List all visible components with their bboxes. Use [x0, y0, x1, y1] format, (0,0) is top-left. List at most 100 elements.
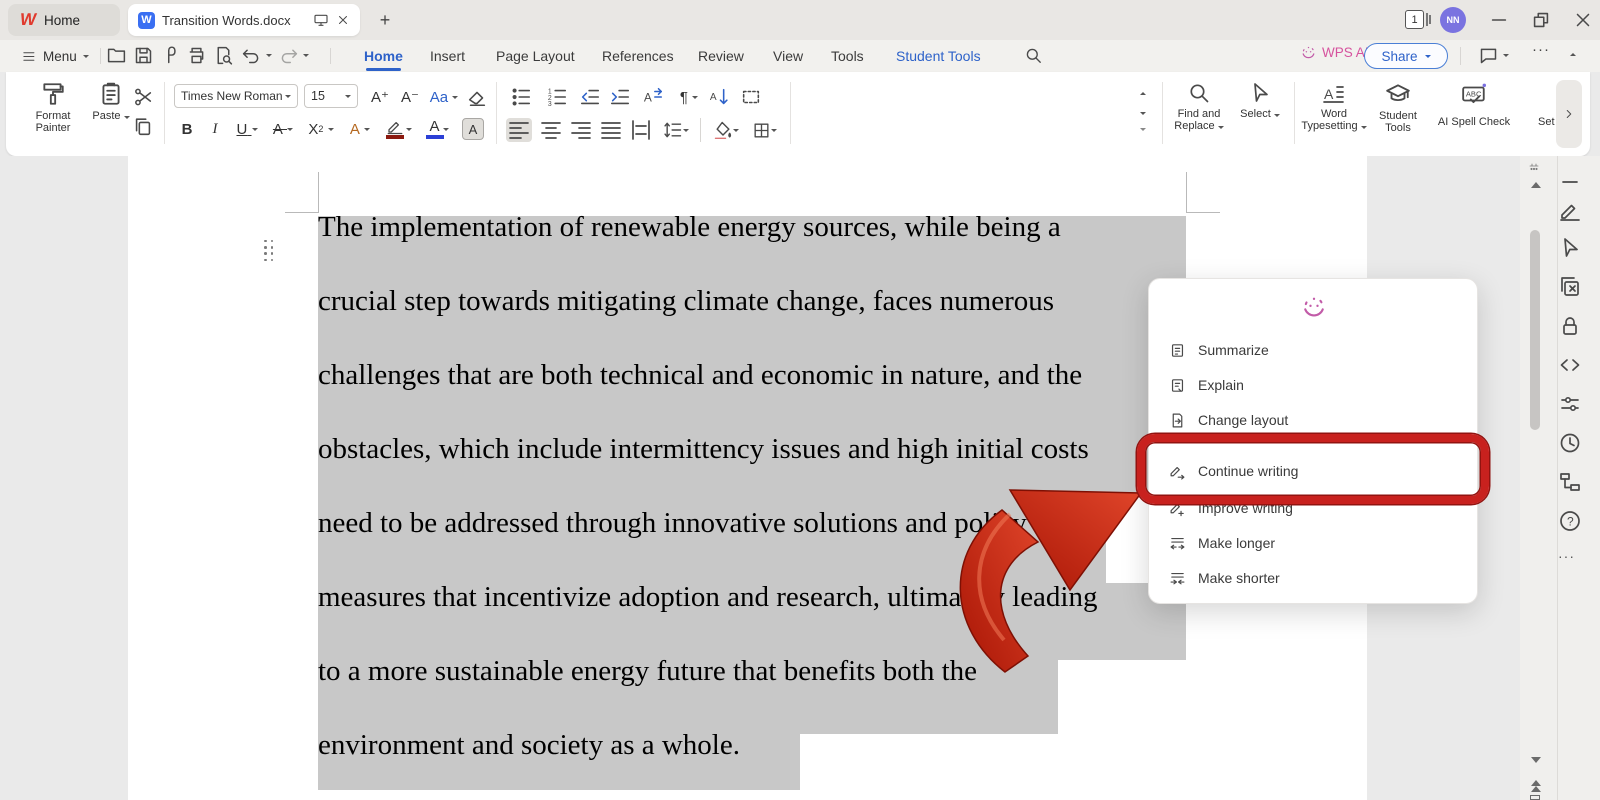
rail-code-icon[interactable] — [1558, 353, 1582, 377]
styles-scroll-down[interactable] — [1140, 112, 1146, 115]
cut-icon[interactable] — [132, 86, 154, 108]
undo-icon[interactable] — [241, 45, 262, 66]
rail-lock-icon[interactable] — [1558, 314, 1582, 338]
ai-menu-make-shorter[interactable]: Make shorter — [1161, 563, 1467, 593]
paragraph-drag-handle[interactable] — [262, 238, 275, 263]
home-tab[interactable]: W Home — [8, 4, 120, 36]
align-right-button[interactable] — [568, 118, 594, 142]
tab-view[interactable]: View — [773, 42, 803, 70]
show-marks-button[interactable]: ¶ — [674, 86, 704, 108]
character-shading-button[interactable]: A — [344, 118, 376, 140]
wps-ai-button[interactable]: WPS AI — [1300, 44, 1369, 61]
screen-share-icon[interactable] — [313, 12, 329, 28]
print-icon[interactable] — [186, 45, 207, 66]
styles-gallery-expand[interactable] — [1140, 128, 1146, 131]
redo-menu-chevron[interactable] — [303, 54, 309, 57]
strikethrough-button[interactable]: A — [268, 118, 298, 140]
word-typesetting-button[interactable]: A WordTypesetting — [1298, 81, 1370, 132]
doc-line[interactable]: need to be addressed through innovative … — [318, 509, 1027, 538]
rail-select-cursor-icon[interactable] — [1558, 236, 1582, 260]
distribute-button[interactable] — [628, 118, 654, 142]
styles-scroll-up[interactable] — [1140, 92, 1146, 95]
doc-line[interactable]: The implementation of renewable energy s… — [318, 213, 1061, 242]
find-replace-button[interactable]: Find andReplace — [1166, 81, 1232, 132]
select-button[interactable]: Select — [1232, 81, 1288, 120]
collapse-ribbon-icon[interactable] — [1570, 53, 1576, 56]
rail-more-icon[interactable]: ··· — [1558, 548, 1582, 572]
clear-format-icon[interactable] — [466, 86, 488, 108]
close-window-button[interactable] — [1572, 9, 1594, 31]
save-icon[interactable] — [133, 45, 154, 66]
bullets-button[interactable] — [506, 86, 536, 108]
scrollbar-pin-icon[interactable] — [1526, 162, 1542, 174]
more-options-icon[interactable]: ··· — [1532, 41, 1553, 62]
format-painter-button[interactable]: FormatPainter — [22, 81, 84, 134]
highlight-color-button[interactable] — [382, 116, 416, 142]
bold-button[interactable]: B — [176, 118, 198, 140]
student-tools-button[interactable]: StudentTools — [1370, 81, 1426, 134]
share-button[interactable]: Share — [1364, 43, 1448, 69]
borders-button[interactable] — [746, 118, 782, 142]
doc-line[interactable]: to a more sustainable energy future that… — [318, 657, 977, 686]
justify-button[interactable] — [598, 118, 624, 142]
line-spacing-button[interactable] — [658, 118, 694, 142]
doc-line[interactable]: challenges that are both technical and e… — [318, 361, 1082, 390]
select-browse-object-button[interactable] — [1530, 795, 1540, 800]
decrease-indent-icon[interactable] — [578, 86, 602, 108]
rail-help-icon[interactable]: ? — [1558, 509, 1582, 533]
ai-spell-check-button[interactable]: ABC AI Spell Check — [1426, 81, 1522, 128]
tab-tools[interactable]: Tools — [831, 42, 864, 70]
character-border-button[interactable]: A — [462, 118, 484, 140]
undo-menu-chevron[interactable] — [266, 54, 272, 57]
ai-menu-explain[interactable]: Explain — [1161, 370, 1467, 400]
tab-review[interactable]: Review — [698, 42, 744, 70]
minimize-button[interactable] — [1488, 9, 1510, 31]
rail-settings-sliders-icon[interactable] — [1558, 392, 1582, 416]
main-menu-button[interactable]: Menu — [22, 44, 89, 68]
decrease-font-button[interactable]: A⁻ — [398, 86, 422, 108]
ribbon-scroll-right-button[interactable] — [1556, 80, 1582, 148]
rail-history-icon[interactable] — [1558, 431, 1582, 455]
comment-icon[interactable] — [1478, 45, 1499, 66]
search-icon[interactable] — [1024, 46, 1043, 65]
italic-button[interactable]: I — [204, 118, 226, 140]
comment-chevron[interactable] — [1503, 54, 1509, 57]
text-direction-button[interactable]: A — [638, 86, 668, 108]
restore-button[interactable] — [1530, 9, 1552, 31]
superscript-button[interactable]: X2 — [304, 118, 338, 140]
rail-outline-icon[interactable] — [1558, 470, 1582, 494]
scroll-down-arrow[interactable] — [1531, 757, 1541, 763]
change-case-button[interactable]: Aa — [428, 86, 460, 108]
document-tab[interactable]: W Transition Words.docx — [128, 4, 360, 36]
increase-indent-icon[interactable] — [608, 86, 632, 108]
copy-icon[interactable] — [132, 116, 154, 138]
ai-menu-summarize[interactable]: Summarize — [1161, 335, 1467, 365]
scroll-up-arrow[interactable] — [1531, 182, 1541, 188]
previous-page-button[interactable] — [1531, 786, 1541, 792]
doc-line[interactable]: environment and society as a whole. — [318, 731, 740, 760]
tab-home[interactable]: Home — [364, 42, 403, 70]
align-left-button[interactable] — [506, 118, 532, 142]
align-center-button[interactable] — [538, 118, 564, 142]
font-color-button[interactable]: A — [422, 116, 456, 142]
print-preview-icon[interactable] — [213, 45, 234, 66]
increase-font-button[interactable]: A⁺ — [368, 86, 392, 108]
doc-line[interactable]: crucial step towards mitigating climate … — [318, 287, 1054, 316]
ai-menu-make-longer[interactable]: Make longer — [1161, 528, 1467, 558]
tab-references[interactable]: References — [602, 42, 674, 70]
paragraph-layout-icon[interactable] — [738, 86, 764, 108]
export-icon[interactable] — [160, 45, 181, 66]
window-count-badge[interactable]: 1 — [1405, 10, 1433, 29]
rail-hide-icon[interactable] — [1558, 170, 1582, 194]
tab-insert[interactable]: Insert — [430, 42, 465, 70]
settings-button-clipped[interactable]: Set — [1538, 116, 1555, 128]
numbering-button[interactable]: 123 — [542, 86, 572, 108]
new-tab-button[interactable]: + — [374, 9, 396, 31]
avatar[interactable]: NN — [1440, 7, 1466, 33]
close-doc-tab-icon[interactable] — [336, 13, 350, 27]
tab-page-layout[interactable]: Page Layout — [496, 42, 575, 70]
paste-button[interactable]: Paste — [86, 81, 136, 122]
font-name-select[interactable]: Times New Roman — [174, 84, 298, 108]
shading-button[interactable] — [708, 118, 744, 142]
sort-icon[interactable]: A — [708, 86, 732, 108]
